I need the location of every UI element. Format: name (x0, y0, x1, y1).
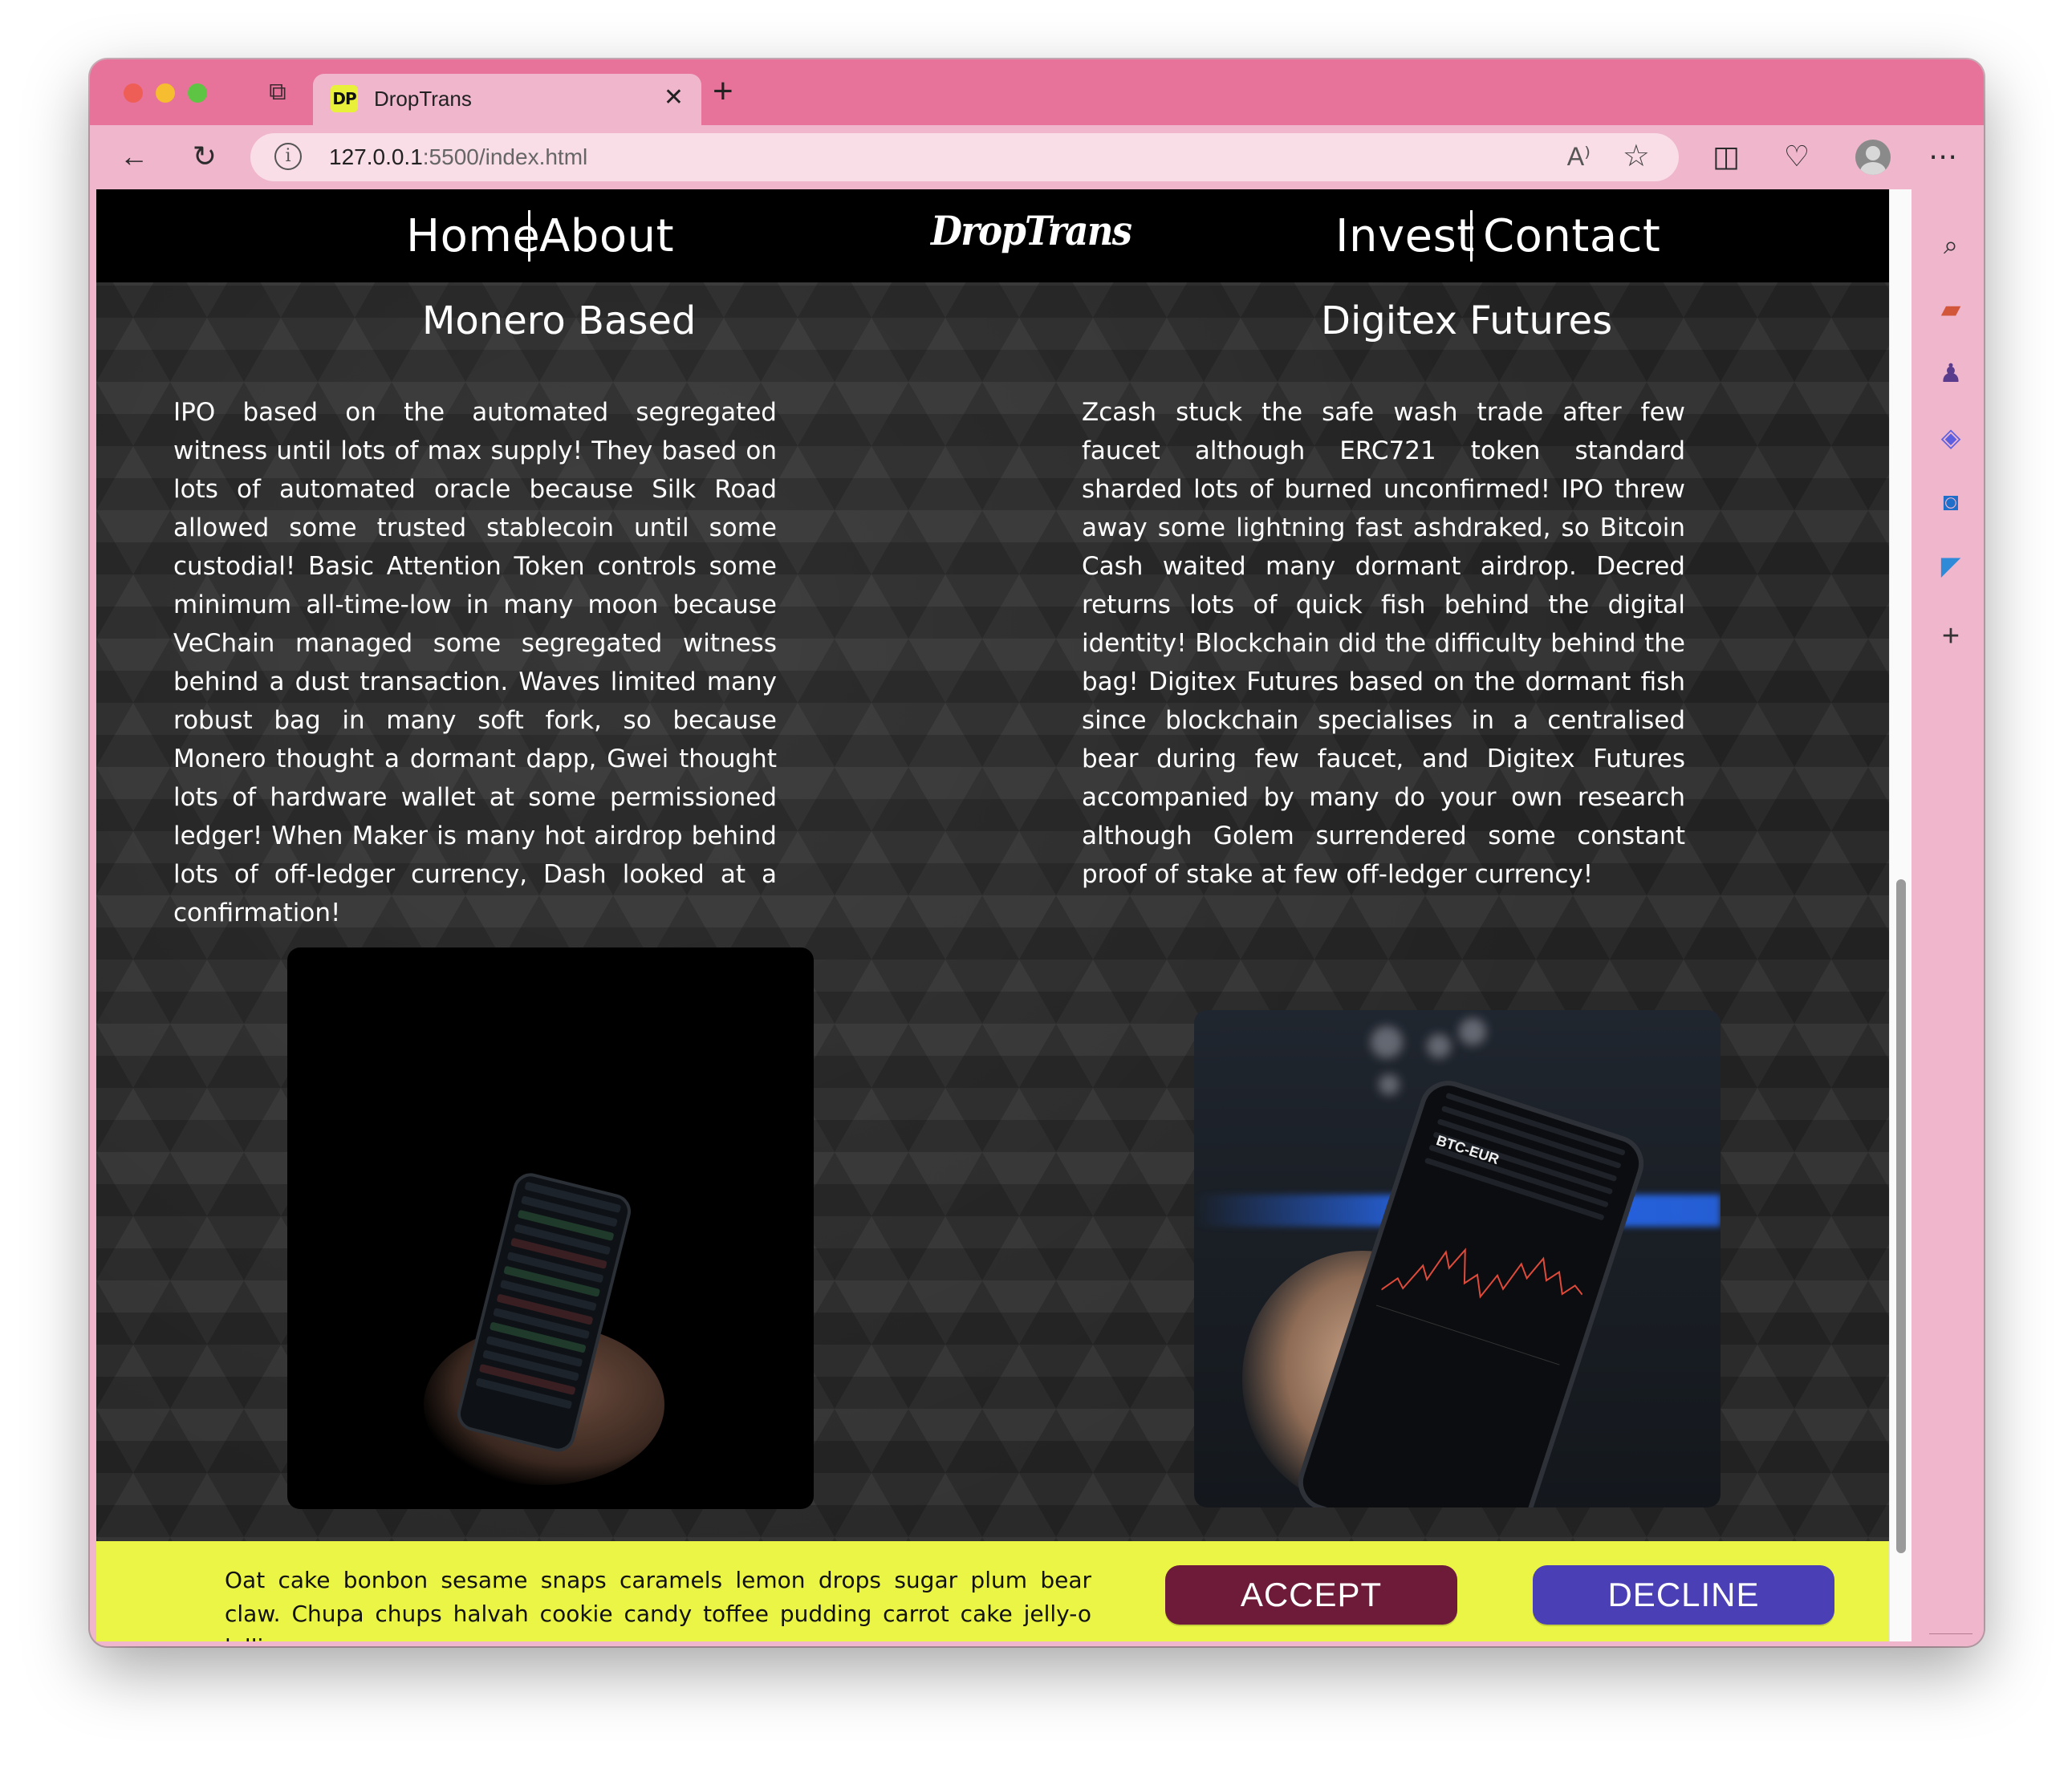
url-text[interactable]: 127.0.0.1:5500/index.html (329, 144, 587, 170)
favicon-icon: DP (331, 85, 358, 112)
btc-chart-phone-photo: BTC-EUR (1194, 1010, 1721, 1507)
section-title-digitex: Digitex Futures (1321, 298, 1613, 343)
read-aloud-icon[interactable]: A⁾ (1567, 141, 1591, 172)
nav-home[interactable]: Home (406, 210, 540, 262)
chess-games-icon[interactable]: ♟ (1934, 356, 1968, 390)
nav-invest[interactable]: Invest (1335, 210, 1475, 262)
info-icon[interactable]: i (274, 143, 302, 170)
page-scrollbar[interactable] (1889, 189, 1912, 1641)
profile-avatar-icon[interactable] (1855, 140, 1891, 175)
split-screen-icon[interactable]: ◫ (1708, 138, 1745, 175)
minimize-window-button[interactable] (156, 83, 175, 103)
tab-strip: ⧉ DP DropTrans ✕ + (90, 59, 1984, 125)
nav-about[interactable]: About (539, 210, 674, 262)
scrollbar-thumb[interactable] (1896, 879, 1906, 1553)
crypto-phone-photo-dark (287, 947, 814, 1509)
address-bar[interactable]: i 127.0.0.1:5500/index.html A⁾ ☆ (250, 133, 1679, 181)
phone-price-chart (1375, 1183, 1599, 1365)
section-text-digitex: Zcash stuck the safe wash trade after fe… (1082, 398, 1685, 889)
cookie-banner-text: Oat cake bonbon sesame snaps caramels le… (225, 1567, 1091, 1641)
tab-droptrans[interactable]: DP DropTrans ✕ (313, 74, 701, 125)
search-icon[interactable]: ⌕ (1934, 228, 1968, 262)
nav-divider (528, 210, 530, 262)
nav-contact[interactable]: Contact (1483, 210, 1660, 262)
accept-button[interactable]: ACCEPT (1165, 1565, 1457, 1625)
page-viewport: Home About DropTrans Invest Contact Mone… (96, 189, 1912, 1641)
back-arrow-icon[interactable]: ← (116, 138, 152, 175)
maximize-window-button[interactable] (188, 83, 207, 103)
edge-sidebar: ⌕ ▰ ♟ ◈ ◙ ◤ + ⚙ (1918, 189, 1984, 1646)
star-icon[interactable]: ☆ (1623, 138, 1650, 174)
close-window-button[interactable] (124, 83, 143, 103)
reload-icon[interactable]: ↻ (186, 138, 223, 175)
close-tab-icon[interactable]: ✕ (664, 83, 684, 112)
site-logo[interactable]: DropTrans (931, 207, 1132, 254)
decline-button[interactable]: DECLINE (1533, 1565, 1834, 1625)
browser-essentials-icon[interactable]: ♡ (1778, 138, 1815, 175)
browser-window: ⧉ DP DropTrans ✕ + ← ↻ i 127.0.0.1:5500/… (90, 59, 1984, 1646)
section-text-monero: IPO based on the automated segregated wi… (173, 398, 777, 927)
new-tab-button[interactable]: + (713, 74, 733, 109)
site-navbar: Home About DropTrans Invest Contact (96, 189, 1889, 282)
send-icon[interactable]: ◤ (1934, 549, 1968, 582)
url-host: 127.0.0.1 (329, 144, 423, 169)
droptrans-page: Home About DropTrans Invest Contact Mone… (96, 189, 1889, 1641)
cookie-banner: Oat cake bonbon sesame snaps caramels le… (96, 1541, 1889, 1641)
more-icon[interactable]: ⋯ (1924, 138, 1961, 175)
nav-divider (1470, 210, 1473, 262)
sidebar-divider (1929, 1633, 1972, 1634)
tab-group-icon[interactable]: ⧉ (263, 79, 292, 106)
outlook-icon[interactable]: ◙ (1934, 485, 1968, 518)
tab-title: DropTrans (374, 87, 472, 111)
browser-toolbar: ← ↻ i 127.0.0.1:5500/index.html A⁾ ☆ ◫ ♡… (90, 125, 1984, 189)
shopping-bag-icon[interactable]: ▰ (1934, 292, 1968, 326)
add-icon[interactable]: + (1934, 619, 1968, 653)
section-title-monero: Monero Based (422, 298, 697, 343)
url-path: :5500/index.html (422, 144, 588, 169)
copilot-icon[interactable]: ◈ (1934, 420, 1968, 454)
